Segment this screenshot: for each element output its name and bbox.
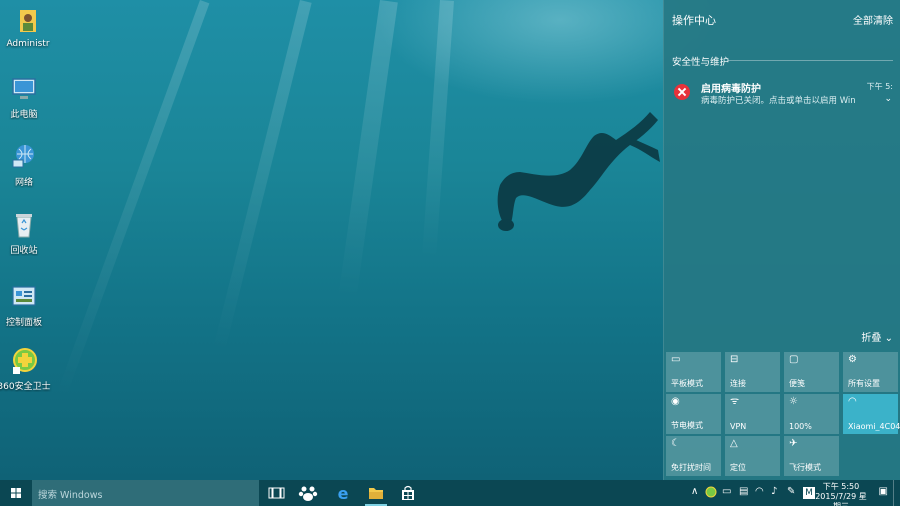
clock-time: 下午 5:50 [822, 482, 860, 491]
desktop-icon-label: 360安全卫士 [0, 382, 51, 392]
quick-action-vpn[interactable]: ᯤ VPN [725, 394, 780, 434]
notification-group-title: 安全性与维护 [672, 57, 730, 68]
taskbar-app-store[interactable] [391, 480, 425, 506]
divider [728, 60, 893, 61]
chevron-down-icon: ⌄ [884, 333, 893, 344]
desktop-icon-administrator[interactable]: Administr [0, 6, 56, 49]
svg-text:e: e [338, 484, 349, 503]
desktop-icon-recycle-bin[interactable]: 回收站 [0, 210, 52, 256]
error-icon [674, 84, 690, 100]
note-icon: ▢ [789, 354, 799, 365]
network-icon [12, 145, 34, 168]
taskbar: 搜索 Windows e ∧ ▭ ▤ ◠ ♪ ✎ M 下午 5:50 2015/… [0, 480, 900, 511]
light-ray [421, 0, 454, 261]
taskbar-app-file-explorer[interactable] [359, 480, 393, 506]
wifi-icon: ◠ [848, 396, 857, 407]
network-tray-icon[interactable]: ▤ [739, 486, 748, 497]
store-icon [402, 485, 414, 500]
task-view-button[interactable] [259, 480, 293, 506]
quick-action-label: Xiaomi_4C04 [848, 422, 900, 431]
collapse-label: 折叠 [861, 333, 882, 344]
recycle-bin-icon [16, 214, 32, 238]
360-tray-icon[interactable] [705, 486, 717, 501]
control-panel-icon [12, 286, 36, 306]
vpn-icon: ᯤ [730, 396, 740, 407]
clear-all-link[interactable]: 全部清除 [853, 12, 893, 27]
quick-action-battery-saver[interactable]: ◉ 节电模式 [666, 394, 721, 434]
tablet-mode-icon: ▭ [671, 354, 681, 365]
quick-action-label: 定位 [730, 463, 746, 472]
desktop-icon-label: 控制面板 [5, 318, 42, 328]
360-security-icon [13, 348, 37, 374]
desktop-icon-control-panel[interactable]: 控制面板 [0, 282, 52, 328]
action-center-title: 操作中心 [672, 14, 716, 27]
desktop-icon-this-pc[interactable]: 此电脑 [0, 74, 52, 120]
quick-action-location[interactable]: △ 定位 [725, 436, 780, 476]
quick-action-label: VPN [730, 422, 747, 431]
location-icon: △ [730, 438, 738, 449]
notification-body: 病毒防护已关闭。点击或单击以启用 Win [701, 96, 856, 106]
collapse-button[interactable]: 折叠 ⌄ [861, 329, 893, 344]
task-view-icon [268, 487, 285, 499]
quick-action-label: 连接 [730, 379, 746, 388]
start-button[interactable] [0, 480, 32, 506]
notifications-icon[interactable]: ▣ [879, 486, 888, 497]
connect-icon: ⊟ [730, 354, 739, 365]
quick-action-label: 免打扰时间 [671, 463, 711, 472]
edge-browser-icon: e [338, 484, 349, 503]
desktop-icon-label: 此电脑 [10, 110, 38, 120]
quick-action-label: 节电模式 [671, 421, 703, 430]
chevron-up-icon[interactable]: ∧ [691, 486, 698, 497]
paw-icon [298, 486, 318, 501]
search-box[interactable]: 搜索 Windows [32, 480, 259, 506]
quick-action-note[interactable]: ▢ 便笺 [784, 352, 839, 392]
chevron-down-icon[interactable]: ⌄ [884, 94, 892, 104]
volume-icon[interactable]: ♪ [771, 486, 777, 497]
wifi-tray-icon[interactable]: ◠ [755, 486, 764, 497]
airplane-mode-icon: ✈ [789, 438, 798, 449]
quick-action-wifi[interactable]: ◠ Xiaomi_4C04 [843, 394, 900, 434]
brightness-icon: ☼ [789, 396, 798, 407]
notification-item[interactable]: 启用病毒防护 病毒防护已关闭。点击或单击以启用 Win 下午 5: ⌄ [664, 72, 900, 116]
show-desktop-button[interactable] [893, 480, 900, 506]
quick-action-all-settings[interactable]: ⚙ 所有设置 [843, 352, 898, 392]
swimmer-silhouette [497, 112, 660, 231]
battery-icon[interactable]: ▭ [722, 486, 731, 497]
quick-action-label: 100% [789, 422, 812, 431]
quick-action-label: 飞行模式 [789, 463, 821, 472]
desktop-icon-360-security[interactable]: 360安全卫士 [0, 346, 52, 392]
desktop-icon-label: 网络 [14, 178, 33, 188]
this-pc-icon [12, 78, 36, 99]
desktop-icon-network[interactable]: 网络 [0, 142, 52, 188]
battery-saver-icon: ◉ [671, 396, 680, 407]
quick-action-brightness[interactable]: ☼ 100% [784, 394, 839, 434]
quiet-hours-icon: ☾ [671, 438, 680, 449]
taskbar-app-edge[interactable]: e [326, 480, 360, 506]
quick-action-airplane-mode[interactable]: ✈ 飞行模式 [784, 436, 839, 476]
desktop-icon-label: Administr [6, 39, 50, 49]
settings-icon: ⚙ [848, 354, 857, 365]
action-center-panel: 操作中心 全部清除 安全性与维护 启用病毒防护 病毒防护已关闭。点击或单击以启用… [663, 0, 900, 480]
folder-icon [369, 488, 383, 499]
clock[interactable]: 下午 5:50 2015/7/29 星期三 [814, 482, 868, 512]
quick-action-quiet-hours[interactable]: ☾ 免打扰时间 [666, 436, 721, 476]
quick-action-connect[interactable]: ⊟ 连接 [725, 352, 780, 392]
notification-title: 启用病毒防护 [701, 84, 761, 95]
light-ray [338, 0, 398, 300]
quick-action-label: 便笺 [789, 379, 805, 388]
notification-time: 下午 5: [866, 82, 893, 91]
pen-icon[interactable]: ✎ [787, 486, 795, 497]
quick-action-label: 平板模式 [671, 379, 703, 388]
quick-action-label: 所有设置 [848, 379, 880, 388]
desktop-icon-label: 回收站 [10, 246, 38, 256]
user-folder-icon [20, 10, 36, 32]
windows-logo-icon [11, 488, 21, 498]
light-ray [212, 0, 312, 353]
light-ray [56, 0, 210, 399]
quick-action-tablet-mode[interactable]: ▭ 平板模式 [666, 352, 721, 392]
taskbar-app-baidu[interactable] [291, 480, 325, 506]
clock-date: 2015/7/29 星期三 [815, 492, 867, 511]
